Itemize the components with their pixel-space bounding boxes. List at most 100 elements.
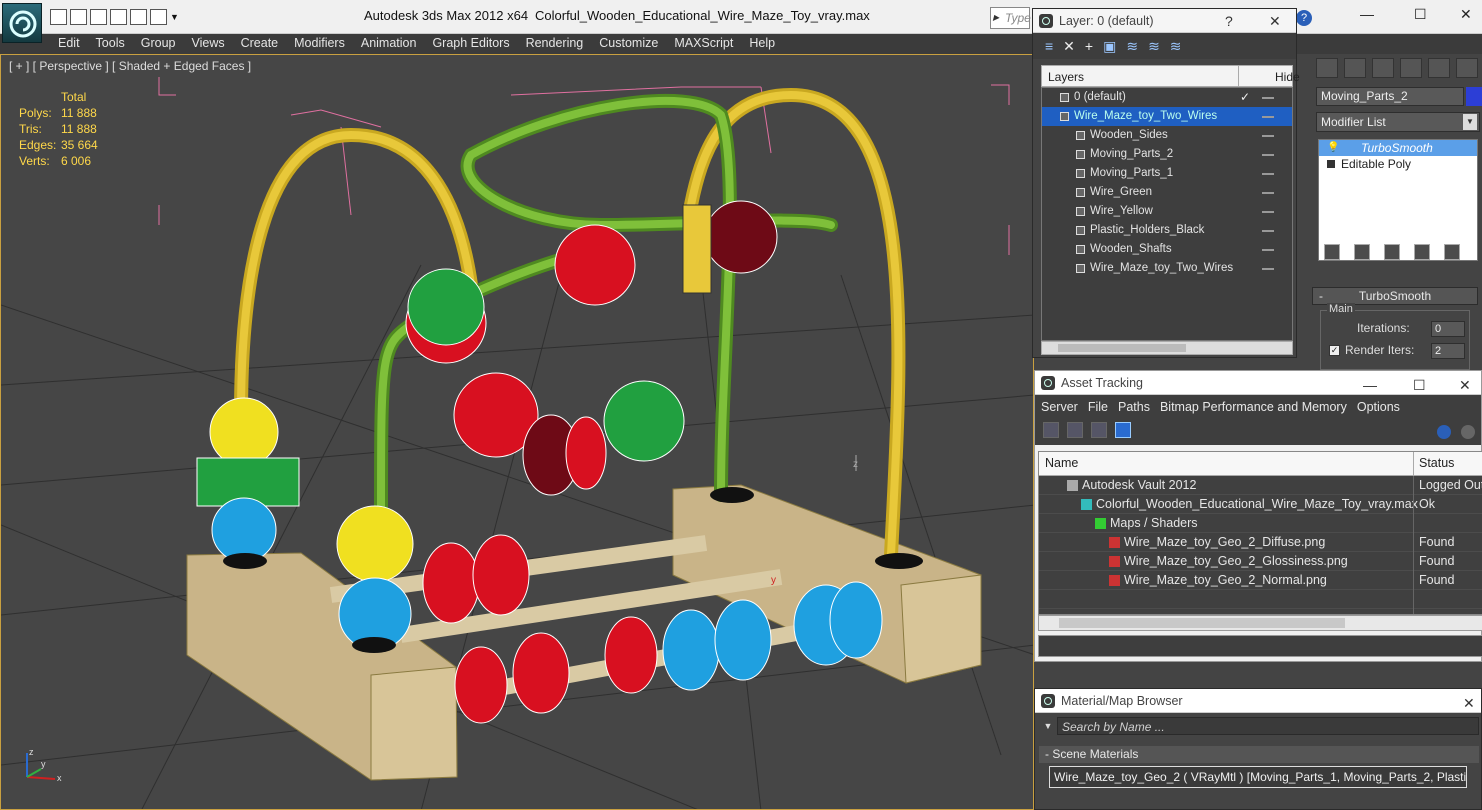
asset-menu-server[interactable]: Server <box>1041 400 1078 414</box>
hide-toggle-icon[interactable] <box>1262 154 1274 156</box>
help-icon[interactable]: ? <box>1296 10 1312 26</box>
layer-row[interactable]: Moving_Parts_1 <box>1042 164 1292 183</box>
save-icon[interactable] <box>70 9 87 25</box>
layer-window-titlebar[interactable]: Layer: 0 (default) ? ✕ <box>1033 9 1296 33</box>
iterations-spinner[interactable]: 0 <box>1431 321 1465 337</box>
hierarchy-tab-icon[interactable] <box>1372 58 1394 78</box>
create-tab-icon[interactable] <box>1316 58 1338 78</box>
close-icon[interactable]: ✕ <box>1269 9 1281 33</box>
highlight-layer-icon[interactable]: ≋ <box>1126 38 1138 55</box>
asset-path-field[interactable] <box>1038 635 1482 657</box>
material-search-input[interactable]: Search by Name ... <box>1057 717 1479 735</box>
perspective-viewport[interactable]: [ + ] [ Perspective ] [ Shaded + Edged F… <box>0 54 1034 810</box>
hide-toggle-icon[interactable] <box>1262 211 1274 213</box>
project-icon[interactable] <box>150 9 167 25</box>
modify-tab-icon[interactable] <box>1344 58 1366 78</box>
layer-row[interactable]: Wire_Green <box>1042 183 1292 202</box>
render-iters-spinner[interactable]: 2 <box>1431 343 1465 359</box>
remove-modifier-icon[interactable] <box>1414 244 1430 260</box>
create-layer-icon[interactable]: ≡ <box>1045 38 1053 54</box>
layers-column-header[interactable]: Layers <box>1048 70 1084 84</box>
hide-toggle-icon[interactable] <box>1262 230 1274 232</box>
menu-item-create[interactable]: Create <box>241 34 279 54</box>
hide-column-header[interactable]: Hide <box>1238 66 1300 88</box>
display-tab-icon[interactable] <box>1428 58 1450 78</box>
hide-toggle-icon[interactable] <box>1262 268 1274 270</box>
name-column-header[interactable]: Name <box>1045 456 1078 470</box>
menu-item-maxscript[interactable]: MAXScript <box>674 34 733 54</box>
close-icon[interactable]: ✕ <box>1463 691 1475 715</box>
table-view-icon[interactable] <box>1115 422 1131 438</box>
menu-item-rendering[interactable]: Rendering <box>526 34 584 54</box>
help-icon[interactable]: ? <box>1225 9 1233 33</box>
asset-menu-paths[interactable]: Paths <box>1118 400 1150 414</box>
hide-toggle-icon[interactable] <box>1262 192 1274 194</box>
asset-menu-bitmap-performance-and-memory[interactable]: Bitmap Performance and Memory <box>1160 400 1347 414</box>
layer-row[interactable]: Wire_Maze_toy_Two_Wires <box>1042 107 1292 126</box>
asset-menu-options[interactable]: Options <box>1357 400 1400 414</box>
object-name-field[interactable]: Moving_Parts_2 <box>1316 87 1464 106</box>
minimize-icon[interactable]: — <box>1360 6 1374 22</box>
table-row[interactable]: Wire_Maze_toy_Geo_2_Glossiness.png Found <box>1039 552 1482 571</box>
layer-row[interactable]: Wire_Yellow <box>1042 202 1292 221</box>
chevron-down-icon[interactable]: ▼ <box>170 9 180 25</box>
options-dropdown-icon[interactable]: ▼ <box>1039 717 1057 735</box>
undo-icon[interactable] <box>110 9 127 25</box>
table-row[interactable]: Wire_Maze_toy_Geo_2_Diffuse.png Found <box>1039 533 1482 552</box>
menu-item-tools[interactable]: Tools <box>96 34 125 54</box>
current-layer-check-icon[interactable]: ✓ <box>1240 88 1250 107</box>
list-view-icon[interactable] <box>1067 422 1083 438</box>
select-objects-icon[interactable]: ▣ <box>1103 38 1116 55</box>
material-list-item[interactable]: Wire_Maze_toy_Geo_2 ( VRayMtl ) [Moving_… <box>1049 766 1467 788</box>
utilities-tab-icon[interactable] <box>1456 58 1478 78</box>
refresh-icon[interactable] <box>1043 422 1059 438</box>
menu-item-edit[interactable]: Edit <box>58 34 80 54</box>
minimize-icon[interactable]: — <box>1363 373 1377 397</box>
modifier-list-dropdown[interactable]: Modifier List ▼ <box>1316 112 1480 132</box>
layer-row[interactable]: Wooden_Sides <box>1042 126 1292 145</box>
redo-icon[interactable] <box>130 9 147 25</box>
table-row[interactable]: Maps / Shaders <box>1039 514 1482 533</box>
close-icon[interactable]: ✕ <box>1460 6 1472 23</box>
menu-item-animation[interactable]: Animation <box>361 34 417 54</box>
context-help-icon[interactable] <box>1461 425 1475 439</box>
layer-row[interactable]: Moving_Parts_2 <box>1042 145 1292 164</box>
hide-toggle-icon[interactable] <box>1262 249 1274 251</box>
make-unique-icon[interactable] <box>1384 244 1400 260</box>
scrollbar-thumb[interactable] <box>1059 618 1345 628</box>
table-row[interactable]: Autodesk Vault 2012 Logged Out <box>1039 476 1482 495</box>
hide-toggle-icon[interactable] <box>1262 135 1274 137</box>
search-input[interactable]: Type <box>990 7 1031 29</box>
hide-all-icon[interactable]: ≋ <box>1148 38 1160 55</box>
motion-tab-icon[interactable] <box>1400 58 1422 78</box>
scene-materials-section[interactable]: - Scene Materials <box>1039 746 1479 763</box>
scrollbar-thumb[interactable] <box>1058 344 1186 352</box>
stack-item-editable-poly[interactable]: Editable Poly <box>1319 156 1477 172</box>
menu-item-views[interactable]: Views <box>191 34 224 54</box>
hide-toggle-icon[interactable] <box>1262 173 1274 175</box>
status-column-header[interactable]: Status <box>1413 452 1454 476</box>
freeze-all-icon[interactable]: ≋ <box>1170 38 1182 55</box>
app-logo-icon[interactable] <box>2 3 42 43</box>
material-browser-titlebar[interactable]: Material/Map Browser ✕ <box>1035 689 1481 713</box>
help-icon[interactable] <box>1437 425 1451 439</box>
table-row[interactable]: Colorful_Wooden_Educational_Wire_Maze_To… <box>1039 495 1482 514</box>
delete-layer-icon[interactable]: ✕ <box>1063 38 1075 55</box>
asset-table-scrollbar[interactable] <box>1038 615 1482 631</box>
open-icon[interactable] <box>50 9 67 25</box>
menu-item-customize[interactable]: Customize <box>599 34 658 54</box>
table-row[interactable]: Wire_Maze_toy_Geo_2_Normal.png Found <box>1039 571 1482 590</box>
menu-item-graph-editors[interactable]: Graph Editors <box>432 34 509 54</box>
menu-item-modifiers[interactable]: Modifiers <box>294 34 345 54</box>
layer-row[interactable]: Plastic_Holders_Black <box>1042 221 1292 240</box>
thumbnail-view-icon[interactable] <box>1091 422 1107 438</box>
menu-item-group[interactable]: Group <box>141 34 176 54</box>
pin-stack-icon[interactable] <box>1324 244 1340 260</box>
maximize-icon[interactable]: ☐ <box>1413 373 1426 397</box>
maximize-icon[interactable]: ☐ <box>1414 6 1427 23</box>
stack-item-turbosmooth[interactable]: TurboSmooth <box>1319 140 1477 156</box>
asset-tracking-titlebar[interactable]: Asset Tracking — ☐ ✕ <box>1035 371 1481 395</box>
render-iters-checkbox[interactable]: ✓ <box>1329 345 1340 356</box>
new-icon[interactable] <box>90 9 107 25</box>
add-to-layer-icon[interactable]: + <box>1085 38 1093 54</box>
